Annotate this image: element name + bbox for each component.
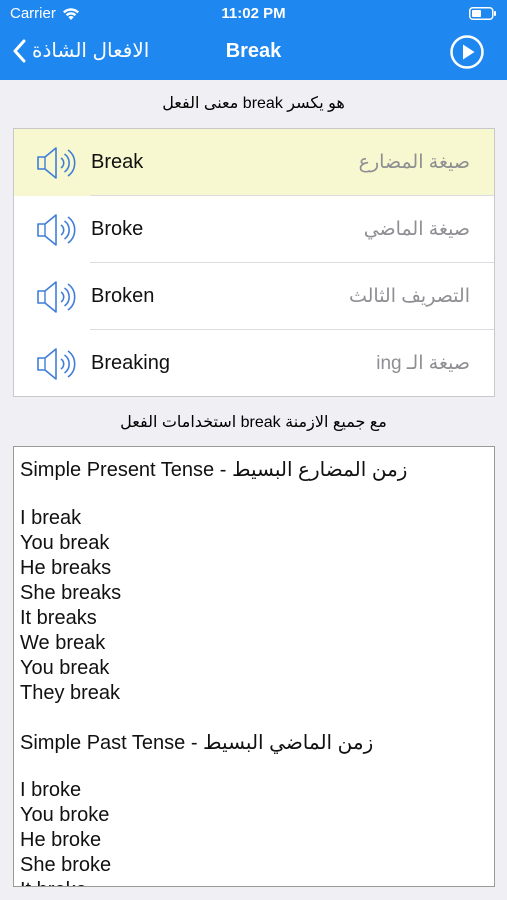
verb-form-row-present[interactable]: Break صيغة المضارع (14, 129, 494, 196)
speaker-icon[interactable] (36, 145, 76, 181)
usage-line: I break (20, 507, 82, 529)
speaker-icon[interactable] (36, 212, 76, 248)
verb-form-word: Broken (91, 285, 155, 307)
usage-line: It broke (20, 879, 87, 886)
verb-form-label: صيغة الـ ing (376, 353, 470, 374)
battery-icon (469, 7, 496, 20)
verb-forms-list: Break صيغة المضارع Broke صيغة الماضي Bro… (13, 128, 495, 397)
usage-line: You broke (20, 804, 110, 826)
status-time: 11:02 PM (221, 5, 286, 22)
verb-form-word: Break (91, 151, 144, 173)
usage-line: They break (20, 682, 121, 704)
usage-line: You break (20, 532, 110, 554)
speaker-icon[interactable] (36, 346, 76, 382)
usage-line: It breaks (20, 607, 97, 629)
verb-form-row-past[interactable]: Broke صيغة الماضي (14, 196, 494, 263)
speaker-icon[interactable] (36, 279, 76, 315)
page-title: Break (225, 40, 282, 62)
usage-line: You break (20, 657, 110, 679)
verb-form-row-participle[interactable]: Broken التصريف الثالث (14, 263, 494, 330)
usage-text-view[interactable]: Simple Present Tense - زمن المضارع البسي… (13, 446, 495, 887)
status-bar: Carrier 11:02 PM (0, 0, 507, 28)
usage-line: We break (20, 632, 106, 654)
usage-line: She broke (20, 854, 112, 876)
meaning-caption: معنى الفعل break هو يكسر (162, 95, 345, 112)
verb-form-word: Breaking (91, 352, 170, 374)
navigation-bar: Carrier 11:02 PM الافعال الشاذة Break (0, 0, 507, 80)
usage-line: He broke (20, 829, 102, 851)
usage-line: Simple Past Tense - زمن الماضي البسيط (20, 732, 374, 754)
usage-line: She breaks (20, 582, 122, 604)
usage-line: He breaks (20, 557, 112, 579)
play-icon[interactable] (449, 34, 485, 70)
verb-form-label: التصريف الثالث (348, 286, 470, 307)
verb-form-label: صيغة الماضي (363, 219, 470, 240)
verb-form-label: صيغة المضارع (358, 152, 470, 173)
usage-caption: استخدامات الفعل break مع جميع الازمنة (120, 414, 387, 431)
usage-line: Simple Present Tense - زمن المضارع البسي… (20, 459, 408, 481)
usage-line: I broke (20, 779, 82, 801)
verb-form-row-ing[interactable]: Breaking صيغة الـ ing (14, 330, 494, 397)
verb-form-word: Broke (91, 218, 144, 240)
